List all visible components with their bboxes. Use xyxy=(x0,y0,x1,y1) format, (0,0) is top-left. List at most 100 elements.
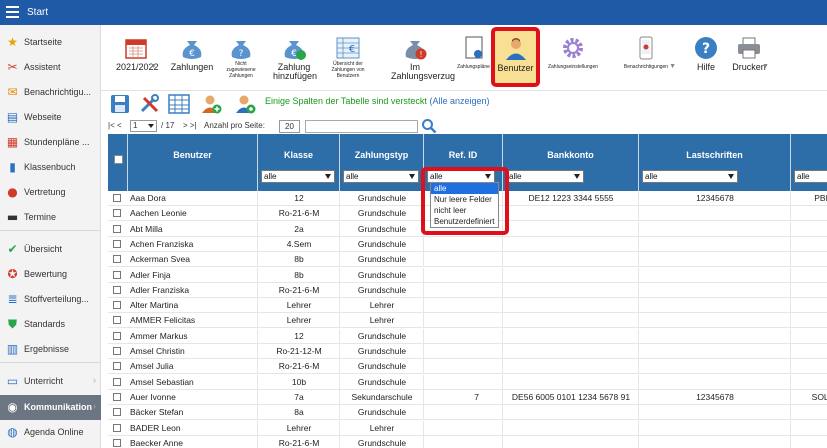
row-checkbox[interactable] xyxy=(113,331,121,340)
search-icon[interactable] xyxy=(421,118,437,134)
row-checkbox[interactable] xyxy=(113,194,121,202)
cell-user: Amsel Sebastian xyxy=(130,376,194,387)
sidebar-item-bewertung[interactable]: ✪ Bewertung xyxy=(0,262,101,287)
ribbon-label: Zahlungseinstellungen xyxy=(547,64,599,70)
cell-user: Amsel Christin xyxy=(130,346,185,356)
row-checkbox[interactable] xyxy=(113,239,121,248)
column-divider xyxy=(423,389,424,405)
row-checkbox[interactable] xyxy=(113,347,121,355)
table-row[interactable]: Amsel Julia Ro-21-6-M Grundschule xyxy=(108,359,827,375)
table-row[interactable]: Auer Ivonne 7a Sekundarschule 7 DE56 6005 01… xyxy=(108,389,827,405)
column-divider xyxy=(790,389,791,405)
cell-payment-type: Grundschule xyxy=(357,238,407,249)
column-header-bank-account[interactable]: Bankkonto alle xyxy=(503,134,639,191)
sidebar-item-agenda-online[interactable]: ◍ Agenda Online xyxy=(0,420,101,445)
column-header-class[interactable]: Klasse alle xyxy=(258,134,340,191)
table-row[interactable]: Achen Franziska 4.Sem Grundschule xyxy=(108,236,827,252)
ribbon-benutzer-button[interactable]: Benutzer xyxy=(491,27,540,87)
column-divider xyxy=(339,221,340,237)
chevron-right-icon: › xyxy=(93,375,96,385)
ribbon-im-zahlungsverzug-button[interactable]: ! Im Zahlungsverzug xyxy=(391,25,455,91)
ribbon-zahlung-hinzufügen-button[interactable]: € Zahlung hinzufügen xyxy=(273,25,317,91)
ribbon-drucken-button[interactable]: Drucken ▼ xyxy=(727,25,771,91)
column-filter-select[interactable]: alle xyxy=(343,170,419,183)
table-row[interactable]: Alter Martina Lehrer Lehrer xyxy=(108,298,827,314)
hamburger-menu-icon[interactable] xyxy=(6,6,19,18)
table-columns-icon[interactable] xyxy=(168,94,190,114)
sidebar-item-startseite[interactable]: ★ Startseite xyxy=(0,30,101,55)
row-checkbox[interactable] xyxy=(113,285,121,294)
table-row[interactable]: Ackerman Svea 8b Grundschule xyxy=(108,252,827,268)
column-divider xyxy=(257,267,258,283)
row-checkbox[interactable] xyxy=(113,270,121,279)
money-bag-icon: € xyxy=(179,35,205,61)
table-row[interactable]: Adler Finja 8b Grundschule xyxy=(108,267,827,283)
cell-payment-type: Grundschule xyxy=(357,223,407,234)
cell-class: 2a xyxy=(294,223,304,234)
column-header-bic[interactable]: BIC alle xyxy=(791,134,827,191)
table-row[interactable]: Ammer Markus 12 Grundschule xyxy=(108,328,827,344)
add-user-icon[interactable] xyxy=(200,94,222,114)
row-checkbox[interactable] xyxy=(113,362,121,371)
column-header-direct-debits[interactable]: Lastschriften alle xyxy=(639,134,791,191)
table-row[interactable]: AMMER Felicitas Lehrer Lehrer xyxy=(108,313,827,329)
column-divider xyxy=(423,298,424,314)
column-divider xyxy=(638,435,639,448)
column-header-user[interactable]: Benutzer xyxy=(128,134,258,191)
ribbon-zahlungen-button[interactable]: € Zahlungen xyxy=(168,25,216,91)
sidebar-item-ergebnisse[interactable]: ▥ Ergebnisse xyxy=(0,337,101,362)
save-icon[interactable] xyxy=(110,94,132,114)
sidebar-item-unterricht[interactable]: ▭ Unterricht › xyxy=(0,369,101,394)
sidebar-item-übersicht[interactable]: ✔ Übersicht xyxy=(0,237,101,262)
ribbon-hilfe-button[interactable]: ? Hilfe xyxy=(691,25,721,91)
ribbon-übersicht-der-zahlungen-von-benutzern-button[interactable]: € Übersicht der Zahlungen von Benutzern xyxy=(328,25,368,91)
sidebar-item-vertretung[interactable]: ● Vertretung xyxy=(0,180,101,205)
sidebar-item-benachrichtigu[interactable]: ✉ Benachrichtigu... xyxy=(0,80,101,105)
column-divider xyxy=(339,405,340,421)
first-prev-page-link[interactable]: |< < xyxy=(108,121,122,130)
search-input[interactable] xyxy=(305,120,418,133)
row-checkbox[interactable] xyxy=(113,316,121,325)
sidebar-item-label: Ergebnisse xyxy=(24,344,70,354)
sidebar-item-stoffverteilung[interactable]: ≣ Stoffverteilung... xyxy=(0,287,101,312)
table-row[interactable]: Amsel Sebastian 10b Grundschule xyxy=(108,374,827,390)
ribbon-zahlungseinstellungen-button[interactable]: Zahlungseinstellungen xyxy=(541,25,605,91)
table-row[interactable]: Adler Franziska Ro-21-6-M Grundschule xyxy=(108,282,827,298)
sidebar-item-kommunikation[interactable]: ◉ Kommunikation › xyxy=(0,395,101,420)
row-checkbox[interactable] xyxy=(113,301,121,310)
table-row[interactable]: Amsel Christin Ro-21-12-M Grundschule xyxy=(108,344,827,359)
column-header-payment-type[interactable]: Zahlungstyp alle xyxy=(340,134,424,191)
show-all-columns-link[interactable]: (Alle anzeigen) xyxy=(429,96,489,106)
sidebar-item-klassenbuch[interactable]: ▮ Klassenbuch xyxy=(0,155,101,180)
column-filter-select[interactable]: alle xyxy=(794,170,827,183)
ribbon-benachrichtigungen-button[interactable]: Benachrichtigungen ▼ xyxy=(614,25,678,91)
sidebar-item-webseite[interactable]: ▤ Webseite xyxy=(0,105,101,130)
column-filter-select[interactable]: alle xyxy=(506,170,584,183)
user-settings-icon[interactable] xyxy=(234,94,256,114)
sidebar-item-termine[interactable]: ▬ Termine xyxy=(0,205,101,230)
column-filter-select[interactable]: alle xyxy=(642,170,738,183)
per-page-input[interactable]: 20 xyxy=(279,120,300,133)
row-checkbox[interactable] xyxy=(113,438,121,447)
page-select[interactable]: 1 xyxy=(130,120,157,132)
row-checkbox[interactable] xyxy=(113,423,121,432)
table-row[interactable]: Bäcker Stefan 8a Grundschule xyxy=(108,405,827,421)
column-filter-select[interactable]: alle xyxy=(261,170,335,183)
row-checkbox[interactable] xyxy=(113,209,121,218)
ribbon-2021-2022-button[interactable]: 2021/2022 ▼ xyxy=(113,25,159,91)
chevron-right-icon: › xyxy=(93,401,96,411)
tools-icon[interactable] xyxy=(139,94,161,114)
svg-text:€: € xyxy=(189,49,195,59)
sidebar-item-stundenpläne[interactable]: ▦ Stundenpläne ... xyxy=(0,130,101,155)
table-row[interactable]: Baecker Anne Ro-21-6-M Grundschule xyxy=(108,435,827,448)
ribbon-nicht-zugewiesene-zahlungen-button[interactable]: ? Nicht zugewiesene Zahlungen xyxy=(221,25,261,91)
row-checkbox[interactable] xyxy=(113,392,121,401)
row-checkbox[interactable] xyxy=(113,408,121,417)
row-checkbox[interactable] xyxy=(113,255,121,264)
next-last-page-link[interactable]: > >| xyxy=(183,121,197,130)
row-checkbox[interactable] xyxy=(113,224,121,233)
sidebar-item-assistent[interactable]: ✂ Assistent xyxy=(0,55,101,80)
table-row[interactable]: BADER Leon Lehrer Lehrer xyxy=(108,420,827,436)
sidebar-item-standards[interactable]: ⛊ Standards xyxy=(0,312,101,337)
row-checkbox[interactable] xyxy=(113,377,121,386)
